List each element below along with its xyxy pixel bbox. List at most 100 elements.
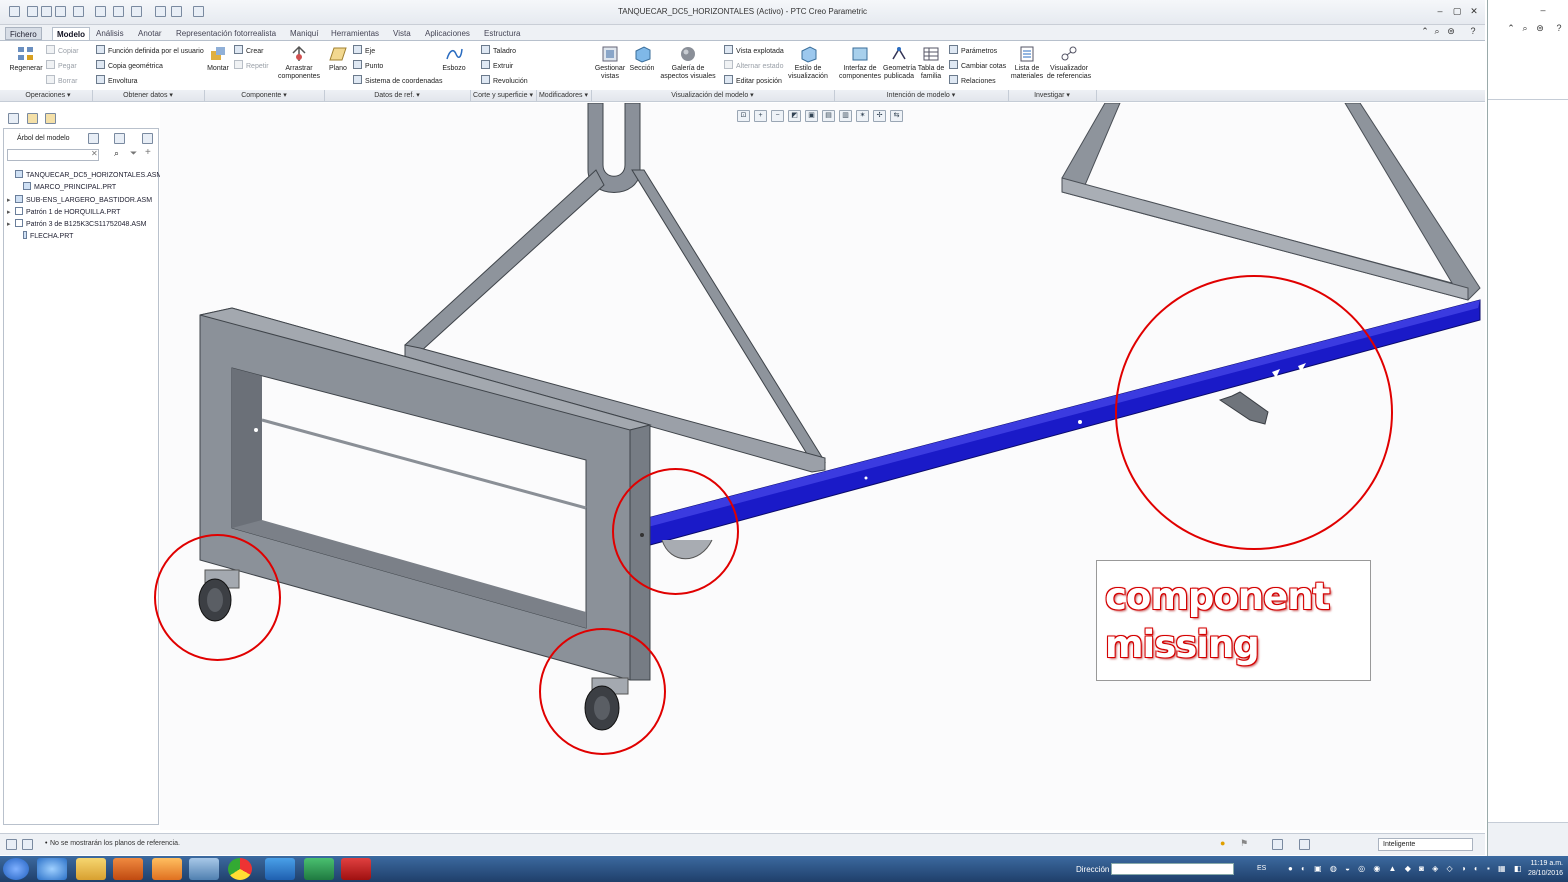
toggle-navigator-icon[interactable] xyxy=(6,839,17,850)
filter-icon[interactable]: ⏷ xyxy=(130,148,137,159)
geometria-publicada-button[interactable]: Geometría publicada xyxy=(883,45,916,81)
montar-button[interactable]: Montar xyxy=(204,45,232,73)
tree-settings-icon[interactable] xyxy=(88,133,99,144)
media-player-icon[interactable] xyxy=(113,858,143,880)
repaint-icon[interactable]: ◩ xyxy=(788,110,801,122)
selection-filter-select[interactable]: Inteligente xyxy=(1378,838,1473,851)
chrome-icon[interactable] xyxy=(228,858,252,880)
clock[interactable]: 11:19 a.m. 28/10/2016 xyxy=(1505,859,1563,879)
find-icon[interactable] xyxy=(1272,839,1283,850)
saved-orientations-icon[interactable]: ▤ xyxy=(822,110,835,122)
settings-icon[interactable]: ⊜ xyxy=(1533,22,1547,34)
tree-item[interactable]: ▸ Patrón 1 de HORQUILLA.PRT xyxy=(7,207,120,216)
address-input[interactable] xyxy=(1111,863,1234,875)
parametros-button[interactable]: Parámetros xyxy=(949,45,997,55)
datum-display-icon[interactable]: ✶ xyxy=(856,110,869,122)
revolucion-button[interactable]: Revolución xyxy=(481,75,528,85)
tab-estructura[interactable]: Estructura xyxy=(480,27,524,40)
group-intencion[interactable]: Intención de modelo ▾ xyxy=(834,91,1008,99)
group-corte-superficie[interactable]: Corte y superficie ▾ xyxy=(470,91,536,99)
search-icon[interactable]: ⌕ xyxy=(1518,22,1532,34)
excel-icon[interactable] xyxy=(304,858,334,880)
visualizador-referencias-button[interactable]: Visualizador de referencias xyxy=(1046,45,1092,81)
gestionar-vistas-button[interactable]: Gestionar vistas xyxy=(594,45,626,81)
acrobat-icon[interactable] xyxy=(341,858,371,880)
alternar-estado-button[interactable]: Alternar estado xyxy=(724,60,783,70)
search-icon[interactable]: ⌕ xyxy=(1430,25,1444,37)
tab-representacion[interactable]: Representación fotorrealista xyxy=(172,27,280,40)
group-operaciones[interactable]: Operaciones ▾ xyxy=(4,91,92,99)
taladro-button[interactable]: Taladro xyxy=(481,45,516,55)
annotation-display-icon[interactable]: ⇆ xyxy=(890,110,903,122)
folder-browser-tab-icon[interactable] xyxy=(27,113,38,124)
group-componente[interactable]: Componente ▾ xyxy=(204,91,324,99)
tree-show-icon[interactable] xyxy=(114,133,125,144)
zoom-out-icon[interactable]: − xyxy=(771,110,784,122)
galeria-button[interactable]: Galería de aspectos visuales xyxy=(658,45,718,81)
tree-expander[interactable]: ▸ xyxy=(7,196,15,204)
internet-explorer-icon[interactable] xyxy=(37,858,67,880)
tree-expander[interactable]: ▸ xyxy=(7,208,15,216)
display-style-icon[interactable]: ▣ xyxy=(805,110,818,122)
graphics-viewport[interactable] xyxy=(154,103,1485,830)
envoltura-button[interactable]: Envoltura xyxy=(96,75,138,85)
tab-herramientas[interactable]: Herramientas xyxy=(327,27,383,40)
lista-materiales-button[interactable]: Lista de materiales xyxy=(1010,45,1044,81)
view-manager-icon[interactable]: ▥ xyxy=(839,110,852,122)
spin-center-icon[interactable]: ✢ xyxy=(873,110,886,122)
tab-maniqui[interactable]: Maniquí xyxy=(286,27,322,40)
add-icon[interactable]: + xyxy=(145,147,151,158)
tree-item[interactable]: ▸ SUB-ENS_LARGERO_BASTIDOR.ASM xyxy=(7,195,152,204)
zoom-in-icon[interactable]: + xyxy=(754,110,767,122)
minimize-button[interactable]: – xyxy=(1433,5,1447,17)
regenerar-button[interactable]: Regenerar xyxy=(6,45,46,73)
crear-button[interactable]: Crear xyxy=(234,45,264,55)
minimize-button[interactable]: – xyxy=(1536,4,1550,16)
find-icon[interactable]: ⌕ xyxy=(114,148,119,159)
group-modificadores[interactable]: Modificadores ▾ xyxy=(536,91,591,99)
tab-analisis[interactable]: Análisis xyxy=(92,27,128,40)
language-indicator[interactable]: ES xyxy=(1257,865,1266,872)
copiar-button[interactable]: Copiar xyxy=(46,45,79,55)
clear-search-icon[interactable]: ✕ xyxy=(91,149,98,158)
close-button[interactable]: ✕ xyxy=(1467,5,1481,17)
group-datos-ref[interactable]: Datos de ref. ▾ xyxy=(324,91,470,99)
tree-item[interactable]: MARCO_PRINCIPAL.PRT xyxy=(15,182,116,191)
settings-icon[interactable]: ⊜ xyxy=(1444,25,1458,37)
tab-modelo[interactable]: Modelo xyxy=(52,27,90,40)
estilo-visualizacion-button[interactable]: Estilo de visualización xyxy=(784,45,832,81)
group-obtener-datos[interactable]: Obtener datos ▾ xyxy=(92,91,204,99)
plano-button[interactable]: Plano xyxy=(327,45,349,73)
funcion-usuario-button[interactable]: Función definida por el usuario xyxy=(96,45,204,55)
seccion-button[interactable]: Sección xyxy=(628,45,656,73)
outlook-icon[interactable] xyxy=(152,858,182,880)
maximize-button[interactable]: ▢ xyxy=(1450,5,1464,17)
tab-aplicaciones[interactable]: Aplicaciones xyxy=(421,27,474,40)
tree-expander[interactable]: ▸ xyxy=(7,220,15,228)
model-tree-tab-icon[interactable] xyxy=(8,113,19,124)
extruir-button[interactable]: Extruir xyxy=(481,60,513,70)
esbozo-button[interactable]: Esbozo xyxy=(442,45,466,73)
arrastrar-button[interactable]: Arrastrar componentes xyxy=(278,45,320,81)
editar-posicion-button[interactable]: Editar posición xyxy=(724,75,782,85)
file-explorer-icon[interactable] xyxy=(76,858,106,880)
tree-item[interactable]: TANQUECAR_DC5_HORIZONTALES.ASM xyxy=(7,170,162,179)
sistema-coord-button[interactable]: Sistema de coordenadas xyxy=(353,75,442,85)
borrar-button[interactable]: Borrar xyxy=(46,75,77,85)
tree-search-input[interactable] xyxy=(7,149,99,161)
favorites-tab-icon[interactable] xyxy=(45,113,56,124)
help-icon[interactable]: ? xyxy=(1552,22,1566,34)
toggle-browser-icon[interactable] xyxy=(22,839,33,850)
lync-icon[interactable] xyxy=(265,858,295,880)
tab-vista[interactable]: Vista xyxy=(389,27,415,40)
pegar-button[interactable]: Pegar xyxy=(46,60,77,70)
help-icon[interactable]: ? xyxy=(1466,25,1480,37)
group-visualizacion[interactable]: Visualización del modelo ▾ xyxy=(591,91,834,99)
selected-items-icon[interactable] xyxy=(1299,839,1310,850)
tabla-familia-button[interactable]: Tabla de familia xyxy=(917,45,945,81)
tree-item[interactable]: ▸ Patrón 3 de B125K3CS11752048.ASM xyxy=(7,219,147,228)
collapse-ribbon-icon[interactable]: ⌃ xyxy=(1504,22,1518,34)
punto-button[interactable]: Punto xyxy=(353,60,383,70)
group-investigar[interactable]: Investigar ▾ xyxy=(1008,91,1096,99)
repetir-button[interactable]: Repetir xyxy=(234,60,269,70)
